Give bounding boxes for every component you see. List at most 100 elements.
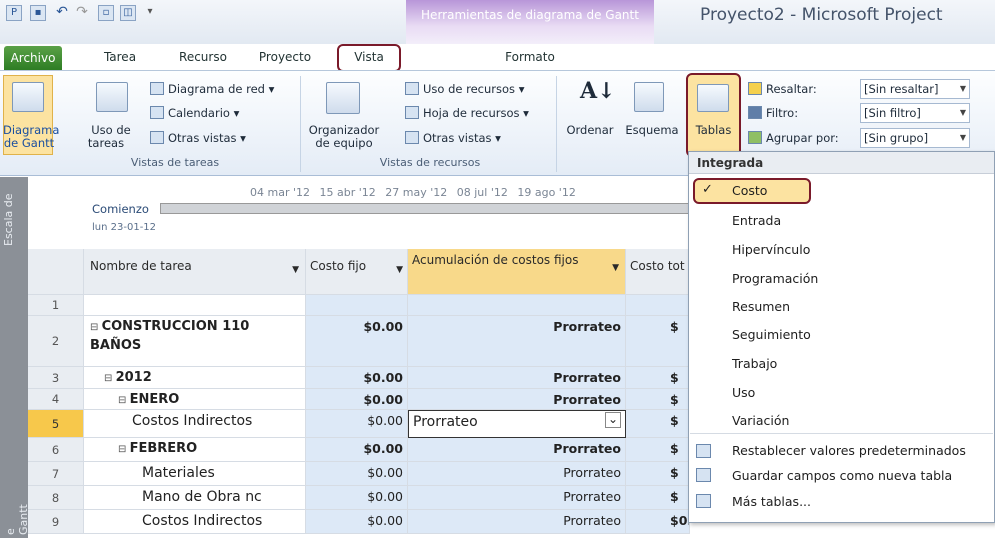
outline-button[interactable]: Esquema xyxy=(622,124,682,137)
tab-file[interactable]: Archivo xyxy=(4,46,62,70)
task-name-cell[interactable]: ⊟ FEBRERO xyxy=(84,438,306,462)
timeline-date: 08 jul '12 xyxy=(456,186,508,199)
highlight-select[interactable]: [Sin resaltar] ▼ xyxy=(860,79,970,99)
tab-project[interactable]: Proyecto xyxy=(254,46,316,68)
menu-item-table[interactable]: Programación xyxy=(732,271,818,286)
redo-icon[interactable]: ↷ xyxy=(74,5,90,21)
fixed-cost-cell[interactable]: $0.00 xyxy=(306,367,408,389)
menu-item-table[interactable]: Costo xyxy=(732,183,767,198)
row-number[interactable]: 4 xyxy=(28,389,84,410)
accrual-cell-editor[interactable]: Prorrateo ⌄ xyxy=(408,410,626,438)
menu-item-more-tables[interactable]: Más tablas... xyxy=(732,494,811,509)
total-cost-cell[interactable]: $ xyxy=(626,367,690,389)
fixed-cost-cell[interactable]: $0.00 xyxy=(306,389,408,410)
network-diagram-button[interactable]: Diagrama de red ▾ xyxy=(150,82,274,96)
timeline-bar[interactable] xyxy=(160,203,690,214)
other-views-resource-button[interactable]: Otras vistas ▾ xyxy=(405,131,501,145)
fixed-cost-cell[interactable]: $0.00 xyxy=(306,438,408,462)
total-cost-cell[interactable]: $ xyxy=(626,316,690,367)
sort-button[interactable]: Ordenar xyxy=(563,124,617,137)
row-number[interactable]: 9 xyxy=(28,510,84,534)
menu-item-table[interactable]: Variación xyxy=(732,413,789,428)
fixed-cost-cell[interactable]: $0.00 xyxy=(306,510,408,534)
print-preview-icon[interactable]: ◫ xyxy=(120,5,136,21)
accrual-cell[interactable]: Prorrateo xyxy=(408,510,626,534)
tab-resource[interactable]: Recurso xyxy=(172,46,234,68)
task-name-cell[interactable]: ⊟ CONSTRUCCION 110 BAÑOS xyxy=(84,316,306,367)
task-usage-label-2[interactable]: tareas xyxy=(86,137,126,150)
group-by-icon xyxy=(748,131,762,144)
column-header-fixed-cost[interactable]: Costo fijo ▼ xyxy=(306,249,408,295)
chevron-down-icon[interactable]: ⌄ xyxy=(605,412,621,428)
collapse-icon[interactable]: ⊟ xyxy=(118,444,130,455)
accrual-cell[interactable]: Prorrateo xyxy=(408,486,626,510)
menu-item-table[interactable]: Trabajo xyxy=(732,356,777,371)
row-number[interactable]: 2 xyxy=(28,316,84,367)
row-number[interactable]: 3 xyxy=(28,367,84,389)
total-cost-cell[interactable]: $ xyxy=(626,462,690,486)
task-name-cell[interactable] xyxy=(84,295,306,316)
accrual-cell[interactable]: Prorrateo xyxy=(408,462,626,486)
total-cost-cell[interactable]: $ xyxy=(626,389,690,410)
highlight-label: Resaltar: xyxy=(748,82,817,96)
accrual-cell[interactable]: Prorrateo xyxy=(408,438,626,462)
team-planner-label-2[interactable]: de equipo xyxy=(306,137,382,150)
calendar-button[interactable]: Calendario ▾ xyxy=(150,106,239,120)
total-cost-cell[interactable]: $ xyxy=(626,438,690,462)
task-name-cell[interactable]: ⊟ 2012 xyxy=(84,367,306,389)
undo-icon[interactable]: ↶ xyxy=(54,5,70,21)
resource-sheet-button[interactable]: Hoja de recursos ▾ xyxy=(405,106,529,120)
task-name-cell[interactable]: Costos Indirectos xyxy=(84,410,306,438)
row-number[interactable]: 7 xyxy=(28,462,84,486)
project-app-icon[interactable]: P xyxy=(6,5,22,21)
menu-item-table[interactable]: Seguimiento xyxy=(732,327,811,342)
collapse-icon[interactable]: ⊟ xyxy=(118,395,130,406)
tab-task[interactable]: Tarea xyxy=(98,46,142,68)
row-number[interactable]: 6 xyxy=(28,438,84,462)
accrual-cell[interactable]: Prorrateo xyxy=(408,367,626,389)
accrual-cell[interactable]: Prorrateo xyxy=(408,389,626,410)
collapse-icon[interactable]: ⊟ xyxy=(104,373,116,384)
row-number[interactable]: 1 xyxy=(28,295,84,316)
collapse-icon[interactable]: ⊟ xyxy=(90,322,102,333)
select-all-corner[interactable] xyxy=(28,249,84,295)
filter-select[interactable]: [Sin filtro] ▼ xyxy=(860,103,970,123)
tables-label: Tablas xyxy=(695,123,732,137)
accrual-cell[interactable]: Prorrateo xyxy=(408,316,626,367)
menu-item-table[interactable]: Resumen xyxy=(732,299,790,314)
column-header-total-cost[interactable]: Costo tot xyxy=(626,249,690,295)
tab-format[interactable]: Formato xyxy=(500,46,560,68)
save-icon[interactable]: ▪ xyxy=(30,5,46,21)
total-cost-cell[interactable]: $ xyxy=(626,410,690,438)
task-name-cell[interactable]: Materiales xyxy=(84,462,306,486)
column-header-accrual[interactable]: Acumulación de costos fijos ▼ xyxy=(408,249,626,295)
row-number[interactable]: 8 xyxy=(28,486,84,510)
task-name-cell[interactable]: ⊟ ENERO xyxy=(84,389,306,410)
fixed-cost-cell[interactable]: $0.00 xyxy=(306,410,408,438)
row-number[interactable]: 5 xyxy=(28,410,84,438)
total-cost-cell[interactable]: $0.00 xyxy=(626,510,690,534)
total-cost-cell[interactable]: $ xyxy=(626,486,690,510)
chevron-down-icon: ▼ xyxy=(959,108,966,117)
total-cost-cell[interactable] xyxy=(626,295,690,316)
customize-qat-icon[interactable]: ▾ xyxy=(142,5,158,21)
menu-item-table[interactable]: Entrada xyxy=(732,213,781,228)
fixed-cost-cell[interactable]: $0.00 xyxy=(306,486,408,510)
group-by-select[interactable]: [Sin grupo] ▼ xyxy=(860,128,970,148)
fixed-cost-cell[interactable]: $0.00 xyxy=(306,462,408,486)
menu-item-save-as-table[interactable]: Guardar campos como nueva tabla xyxy=(732,468,952,483)
new-icon[interactable]: ▫ xyxy=(98,5,114,21)
menu-item-reset[interactable]: Restablecer valores predeterminados xyxy=(732,443,966,458)
task-name-cell[interactable]: Mano de Obra nc xyxy=(84,486,306,510)
menu-item-table[interactable]: Hipervínculo xyxy=(732,242,810,257)
other-views-button[interactable]: Otras vistas ▾ xyxy=(150,131,246,145)
fixed-cost-cell[interactable] xyxy=(306,295,408,316)
menu-item-table[interactable]: Uso xyxy=(732,385,755,400)
tab-view[interactable]: Vista xyxy=(337,44,401,72)
accrual-cell[interactable] xyxy=(408,295,626,316)
task-name-cell[interactable]: Costos Indirectos xyxy=(84,510,306,534)
resource-usage-button[interactable]: Uso de recursos ▾ xyxy=(405,82,524,96)
fixed-cost-cell[interactable]: $0.00 xyxy=(306,316,408,367)
gantt-label-2: de Gantt xyxy=(3,136,55,150)
column-header-name[interactable]: Nombre de tarea ▼ xyxy=(84,249,306,295)
